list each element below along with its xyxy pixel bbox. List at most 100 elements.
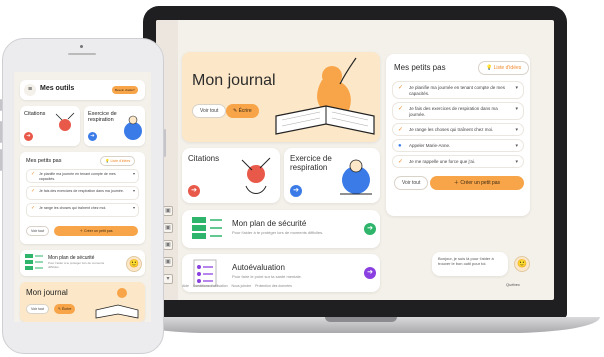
phone-step-item[interactable]: ✓ Je range les choses qui traînent chez … bbox=[26, 203, 139, 217]
chevron-down-icon[interactable]: ▾ bbox=[515, 127, 518, 133]
check-icon: ✓ bbox=[398, 85, 404, 91]
rail-icon-1[interactable]: ▣ bbox=[163, 206, 173, 216]
phone-breathing-title: Exercice de respiration bbox=[88, 111, 117, 123]
phone-journal-see-all-button[interactable]: Voir tout bbox=[26, 304, 50, 314]
citations-arrow-icon[interactable]: ➔ bbox=[188, 185, 200, 197]
create-step-button[interactable]: ＋ Créer un petit pas bbox=[430, 176, 524, 190]
phone-step-item[interactable]: ✓ Je planifie ma journée en tenant compt… bbox=[26, 169, 139, 183]
step-item-text: Je me rappelle une force que j'ai. bbox=[409, 159, 476, 164]
self-evaluation-subtitle: Pour faire le point sur ta santé mentale… bbox=[232, 274, 302, 279]
chevron-down-icon[interactable]: ▾ bbox=[133, 188, 135, 194]
security-plan-arrow-icon[interactable]: ➔ bbox=[364, 223, 376, 235]
dot-icon: ● bbox=[398, 143, 402, 149]
breathing-illustration bbox=[340, 159, 372, 195]
rail-icon-3[interactable]: ▣ bbox=[163, 240, 173, 250]
phone-create-step-button[interactable]: ＋ Créer un petit pas bbox=[54, 226, 138, 236]
phone-breathing-illustration bbox=[124, 115, 142, 140]
step-item[interactable]: ✓ Je me rappelle une force que j'ai. ▾ bbox=[392, 155, 524, 168]
journal-write-label: Écrire bbox=[238, 108, 252, 114]
phone-screen: ≡ Mes outils Besoin d'aide? Citations ➔ … bbox=[14, 72, 151, 322]
footer-link[interactable]: Protection des données bbox=[255, 284, 292, 288]
assistant-chat-bubble[interactable]: Bonjour, je suis là pour t'aider à trouv… bbox=[432, 252, 508, 276]
laptop-screen: ▣ ▣ ▣ ▣ ▾ Mon journal Voir tout ✎ Écrire… bbox=[156, 20, 554, 300]
journal-card: Mon journal Voir tout ✎ Écrire bbox=[182, 52, 380, 142]
phone-journal-write-label: Écrire bbox=[62, 307, 72, 311]
step-item-text: Appeler Marie-Anne. bbox=[409, 143, 451, 148]
phone-security-plan-icon bbox=[25, 254, 43, 270]
phone-header-title: Mes outils bbox=[40, 85, 75, 92]
step-item[interactable]: ● Appeler Marie-Anne. ▾ bbox=[392, 139, 524, 152]
step-item[interactable]: ✓ Je fais des exercices de respiration d… bbox=[392, 102, 524, 120]
security-plan-title: Mon plan de sécurité bbox=[232, 219, 307, 228]
breathing-exercise-arrow-icon[interactable]: ➔ bbox=[290, 185, 302, 197]
help-button[interactable]: Besoin d'aide? bbox=[112, 86, 138, 94]
chevron-down-icon[interactable]: ▾ bbox=[133, 205, 135, 211]
create-step-label: Créer un petit pas bbox=[460, 180, 501, 186]
self-evaluation-arrow-icon[interactable]: ➔ bbox=[364, 267, 376, 279]
phone-header: ≡ Mes outils Besoin d'aide? bbox=[20, 80, 145, 100]
phone-volume-down bbox=[0, 149, 2, 171]
phone-step-text: Je planifie ma journée en tenant compte … bbox=[39, 172, 116, 181]
phone-step-text: Je range les choses qui traînent chez mo… bbox=[39, 206, 107, 210]
footer-link[interactable]: Aide bbox=[182, 284, 189, 288]
check-icon: ✓ bbox=[398, 159, 404, 165]
assistant-chat-text: Bonjour, je suis là pour t'aider à trouv… bbox=[438, 256, 494, 266]
laptop-notch bbox=[325, 317, 397, 322]
step-item[interactable]: ✓ Je range les choses qui traînent chez … bbox=[392, 123, 524, 136]
breathing-exercise-card[interactable]: Exercice de respiration ➔ bbox=[284, 148, 380, 203]
phone-volume-up bbox=[0, 121, 2, 143]
chevron-down-icon[interactable]: ▾ bbox=[515, 106, 518, 112]
phone-citations-title: Citations bbox=[24, 111, 46, 117]
rail-icon-4[interactable]: ▣ bbox=[163, 257, 173, 267]
phone-mute-switch bbox=[0, 99, 2, 111]
assistant-avatar[interactable]: 🙂 bbox=[514, 256, 530, 272]
check-icon: ✓ bbox=[31, 171, 36, 177]
menu-icon[interactable]: ≡ bbox=[24, 84, 36, 96]
citations-card[interactable]: Citations ➔ bbox=[182, 148, 280, 203]
rail-icon-2[interactable]: ▣ bbox=[163, 223, 173, 233]
security-plan-subtitle: Pour t'aider à te protéger lors de momen… bbox=[232, 230, 324, 235]
phone-step-text: Je fais des exercices de respiration dan… bbox=[39, 189, 124, 193]
check-icon: ✓ bbox=[398, 127, 404, 133]
phone-power-button bbox=[164, 129, 166, 157]
footer-link[interactable]: Nous joindre bbox=[232, 284, 252, 288]
phone-journal-write-button[interactable]: ✎ Écrire bbox=[54, 304, 76, 314]
security-plan-card[interactable]: Mon plan de sécurité Pour t'aider à te p… bbox=[182, 210, 380, 248]
citations-illustration bbox=[241, 157, 271, 194]
chevron-down-icon[interactable]: ▾ bbox=[515, 159, 518, 165]
phone-ideas-button[interactable]: 💡 Liste d'idées bbox=[100, 156, 136, 166]
rail-icon-5[interactable]: ▾ bbox=[163, 274, 173, 284]
journal-see-all-button[interactable]: Voir tout bbox=[192, 104, 227, 118]
phone-create-step-label: Créer un petit pas bbox=[84, 229, 113, 233]
check-icon: ✓ bbox=[31, 205, 36, 211]
phone-breathing-card[interactable]: Exercice de respiration ➔ bbox=[84, 106, 145, 146]
phone-citations-arrow-icon[interactable]: ➔ bbox=[24, 132, 33, 141]
ideas-list-label: Liste d'idées bbox=[493, 65, 522, 71]
citations-title: Citations bbox=[188, 154, 220, 163]
chevron-down-icon[interactable]: ▾ bbox=[133, 171, 135, 177]
phone-citations-card[interactable]: Citations ➔ bbox=[20, 106, 80, 146]
phone-journal-card: Mon journal Voir tout ✎ Écrire bbox=[20, 282, 145, 322]
step-item-text: Je range les choses qui traînent chez mo… bbox=[409, 127, 494, 132]
step-item-text: Je fais des exercices de respiration dan… bbox=[409, 106, 498, 117]
footer-link[interactable]: Conditions d'utilisation bbox=[193, 284, 228, 288]
step-item[interactable]: ✓ Je planifie ma journée en tenant compt… bbox=[392, 81, 524, 99]
phone-breathing-arrow-icon[interactable]: ➔ bbox=[88, 132, 97, 141]
small-steps-title: Mes petits pas bbox=[394, 63, 446, 72]
phone-assistant-avatar[interactable]: 🙂 bbox=[126, 256, 142, 272]
government-logo: Québec bbox=[506, 282, 520, 287]
chevron-down-icon[interactable]: ▾ bbox=[515, 85, 518, 91]
phone-steps-see-all-button[interactable]: Voir tout bbox=[26, 226, 50, 236]
journal-title: Mon journal bbox=[192, 72, 276, 89]
journal-write-button[interactable]: ✎ Écrire bbox=[226, 104, 259, 118]
ideas-list-button[interactable]: 💡 Liste d'idées bbox=[478, 61, 530, 75]
steps-see-all-button[interactable]: Voir tout bbox=[394, 176, 429, 190]
phone-steps-title: Mes petits pas bbox=[26, 158, 62, 164]
check-icon: ✓ bbox=[398, 106, 404, 112]
phone-speaker bbox=[68, 53, 96, 55]
self-evaluation-title: Autoévaluation bbox=[232, 263, 285, 272]
phone-camera bbox=[80, 45, 83, 48]
reading-person-illustration bbox=[275, 57, 375, 135]
chevron-down-icon[interactable]: ▾ bbox=[515, 143, 518, 149]
phone-step-item[interactable]: ✓ Je fais des exercices de respiration d… bbox=[26, 186, 139, 200]
